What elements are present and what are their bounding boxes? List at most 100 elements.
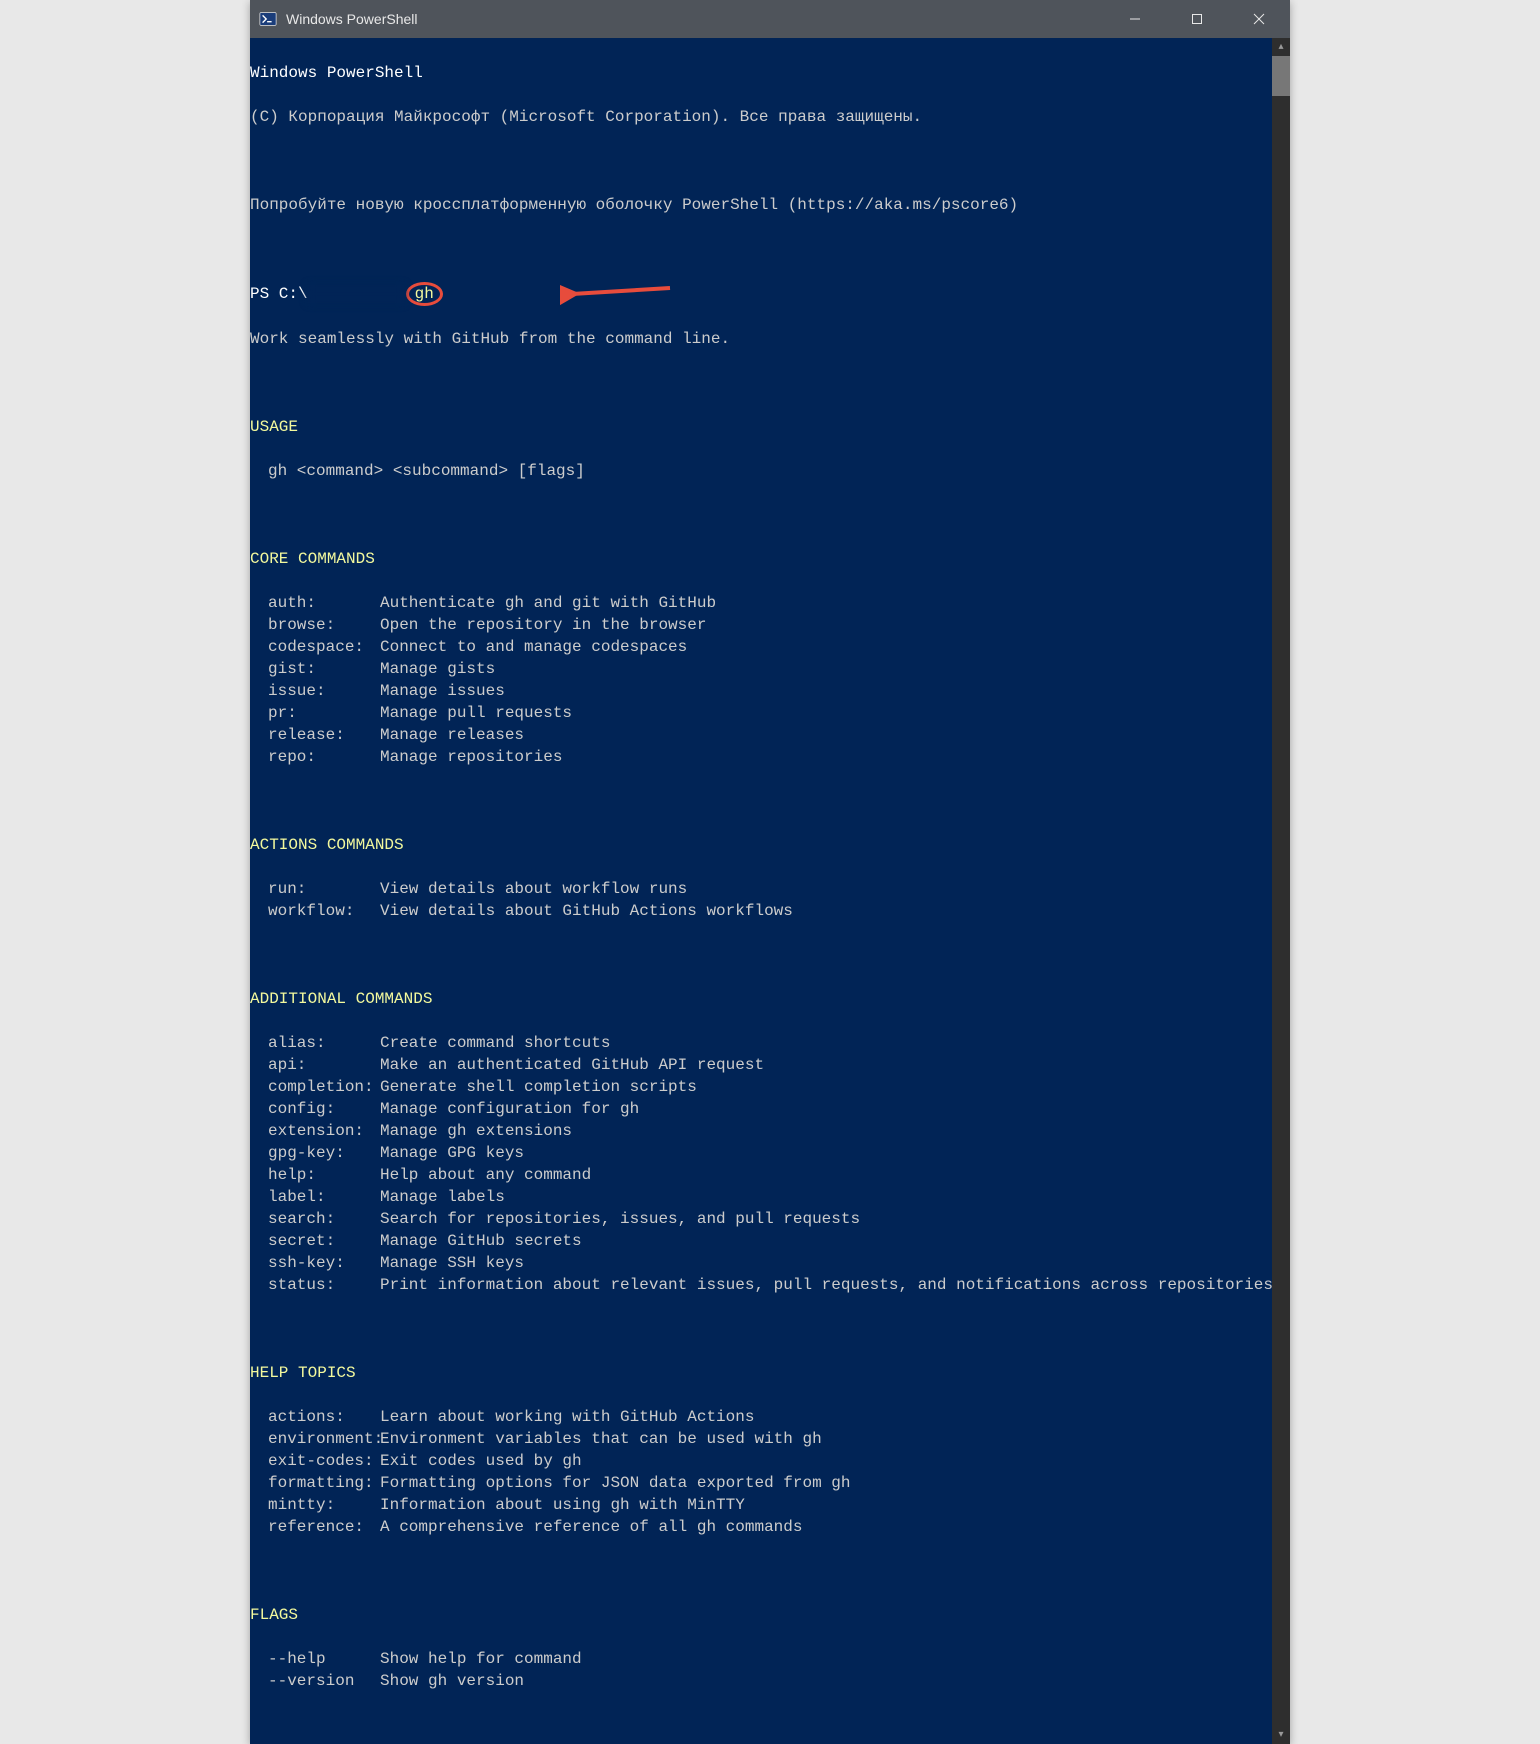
additional-name: api: bbox=[250, 1054, 380, 1076]
core-row: release:Manage releases bbox=[250, 724, 1290, 746]
help-row: formatting:Formatting options for JSON d… bbox=[250, 1472, 1290, 1494]
core-desc: Connect to and manage codespaces bbox=[380, 636, 1290, 658]
actions-desc: View details about GitHub Actions workfl… bbox=[380, 900, 1290, 922]
additional-row: ssh-key:Manage SSH keys bbox=[250, 1252, 1290, 1274]
scrollbar-down-icon[interactable]: ▾ bbox=[1272, 1726, 1290, 1744]
core-row: auth:Authenticate gh and git with GitHub bbox=[250, 592, 1290, 614]
flags-row: --helpShow help for command bbox=[250, 1648, 1290, 1670]
additional-desc: Manage gh extensions bbox=[380, 1120, 1290, 1142]
scrollbar-track[interactable] bbox=[1272, 38, 1290, 1744]
help-title: HELP TOPICS bbox=[250, 1362, 1290, 1384]
additional-desc: Manage configuration for gh bbox=[380, 1098, 1290, 1120]
help-name: reference: bbox=[250, 1516, 380, 1538]
titlebar[interactable]: Windows PowerShell bbox=[250, 0, 1290, 38]
header-line-1: Windows PowerShell bbox=[250, 62, 1290, 84]
additional-name: label: bbox=[250, 1186, 380, 1208]
help-row: mintty:Information about using gh with M… bbox=[250, 1494, 1290, 1516]
additional-row: secret:Manage GitHub secrets bbox=[250, 1230, 1290, 1252]
usage-title: USAGE bbox=[250, 416, 1290, 438]
additional-name: extension: bbox=[250, 1120, 380, 1142]
minimize-button[interactable] bbox=[1104, 0, 1166, 38]
gh-command: gh bbox=[415, 283, 434, 305]
help-desc: Learn about working with GitHub Actions bbox=[380, 1406, 1290, 1428]
core-name: issue: bbox=[250, 680, 380, 702]
prompt-prefix: PS C:\ bbox=[250, 283, 308, 305]
additional-row: api:Make an authenticated GitHub API req… bbox=[250, 1054, 1290, 1076]
additional-desc: Help about any command bbox=[380, 1164, 1290, 1186]
additional-row: label:Manage labels bbox=[250, 1186, 1290, 1208]
header-line-2: (C) Корпорация Майкрософт (Microsoft Cor… bbox=[250, 106, 1290, 128]
usage-body: gh <command> <subcommand> [flags] bbox=[250, 460, 1290, 482]
help-desc: Environment variables that can be used w… bbox=[380, 1428, 1290, 1450]
core-name: repo: bbox=[250, 746, 380, 768]
help-row: reference:A comprehensive reference of a… bbox=[250, 1516, 1290, 1538]
additional-row: config:Manage configuration for gh bbox=[250, 1098, 1290, 1120]
actions-row: run:View details about workflow runs bbox=[250, 878, 1290, 900]
core-title: CORE COMMANDS bbox=[250, 548, 1290, 570]
additional-desc: Manage labels bbox=[380, 1186, 1290, 1208]
help-desc: A comprehensive reference of all gh comm… bbox=[380, 1516, 1290, 1538]
actions-name: workflow: bbox=[250, 900, 380, 922]
intro-line: Work seamlessly with GitHub from the com… bbox=[250, 328, 1290, 350]
core-name: auth: bbox=[250, 592, 380, 614]
annotation-arrow-icon bbox=[560, 276, 680, 306]
core-row: pr:Manage pull requests bbox=[250, 702, 1290, 724]
additional-row: extension:Manage gh extensions bbox=[250, 1120, 1290, 1142]
scrollbar-up-icon[interactable]: ▴ bbox=[1272, 38, 1290, 56]
additional-row: help:Help about any command bbox=[250, 1164, 1290, 1186]
additional-row: alias:Create command shortcuts bbox=[250, 1032, 1290, 1054]
flags-title: FLAGS bbox=[250, 1604, 1290, 1626]
core-name: gist: bbox=[250, 658, 380, 680]
core-name: pr: bbox=[250, 702, 380, 724]
additional-name: completion: bbox=[250, 1076, 380, 1098]
core-name: codespace: bbox=[250, 636, 380, 658]
core-desc: Manage gists bbox=[380, 658, 1290, 680]
additional-name: gpg-key: bbox=[250, 1142, 380, 1164]
actions-row: workflow:View details about GitHub Actio… bbox=[250, 900, 1290, 922]
additional-name: ssh-key: bbox=[250, 1252, 380, 1274]
close-button[interactable] bbox=[1228, 0, 1290, 38]
help-desc: Information about using gh with MinTTY bbox=[380, 1494, 1290, 1516]
core-desc: Open the repository in the browser bbox=[380, 614, 1290, 636]
help-row: exit-codes:Exit codes used by gh bbox=[250, 1450, 1290, 1472]
maximize-button[interactable] bbox=[1166, 0, 1228, 38]
additional-desc: Manage SSH keys bbox=[380, 1252, 1290, 1274]
help-name: formatting: bbox=[250, 1472, 380, 1494]
additional-desc: Manage GitHub secrets bbox=[380, 1230, 1290, 1252]
additional-title: ADDITIONAL COMMANDS bbox=[250, 988, 1290, 1010]
core-desc: Manage releases bbox=[380, 724, 1290, 746]
window-controls bbox=[1104, 0, 1290, 38]
additional-desc: Generate shell completion scripts bbox=[380, 1076, 1290, 1098]
flags-row: --versionShow gh version bbox=[250, 1670, 1290, 1692]
additional-name: help: bbox=[250, 1164, 380, 1186]
core-desc: Manage pull requests bbox=[380, 702, 1290, 724]
core-row: codespace:Connect to and manage codespac… bbox=[250, 636, 1290, 658]
terminal-output[interactable]: Windows PowerShell (C) Корпорация Майкро… bbox=[250, 38, 1290, 1744]
help-row: actions:Learn about working with GitHub … bbox=[250, 1406, 1290, 1428]
additional-name: secret: bbox=[250, 1230, 380, 1252]
core-row: issue:Manage issues bbox=[250, 680, 1290, 702]
actions-desc: View details about workflow runs bbox=[380, 878, 1290, 900]
core-desc: Authenticate gh and git with GitHub bbox=[380, 592, 1290, 614]
help-row: environment:Environment variables that c… bbox=[250, 1428, 1290, 1450]
redacted-path bbox=[308, 285, 404, 303]
core-desc: Manage repositories bbox=[380, 746, 1290, 768]
additional-row: completion:Generate shell completion scr… bbox=[250, 1076, 1290, 1098]
core-name: release: bbox=[250, 724, 380, 746]
gh-command-highlight: gh bbox=[406, 282, 443, 306]
additional-name: status: bbox=[250, 1274, 380, 1296]
window-title: Windows PowerShell bbox=[286, 11, 1104, 27]
additional-name: config: bbox=[250, 1098, 380, 1120]
core-row: gist:Manage gists bbox=[250, 658, 1290, 680]
additional-desc: Create command shortcuts bbox=[380, 1032, 1290, 1054]
prompt-line: PS C:\ gh bbox=[250, 282, 1290, 306]
additional-desc: Make an authenticated GitHub API request bbox=[380, 1054, 1290, 1076]
additional-desc: Search for repositories, issues, and pul… bbox=[380, 1208, 1290, 1230]
help-desc: Exit codes used by gh bbox=[380, 1450, 1290, 1472]
core-row: repo:Manage repositories bbox=[250, 746, 1290, 768]
help-name: actions: bbox=[250, 1406, 380, 1428]
core-desc: Manage issues bbox=[380, 680, 1290, 702]
scrollbar-thumb[interactable] bbox=[1272, 56, 1290, 96]
additional-desc: Manage GPG keys bbox=[380, 1142, 1290, 1164]
flags-desc: Show gh version bbox=[380, 1670, 1290, 1692]
